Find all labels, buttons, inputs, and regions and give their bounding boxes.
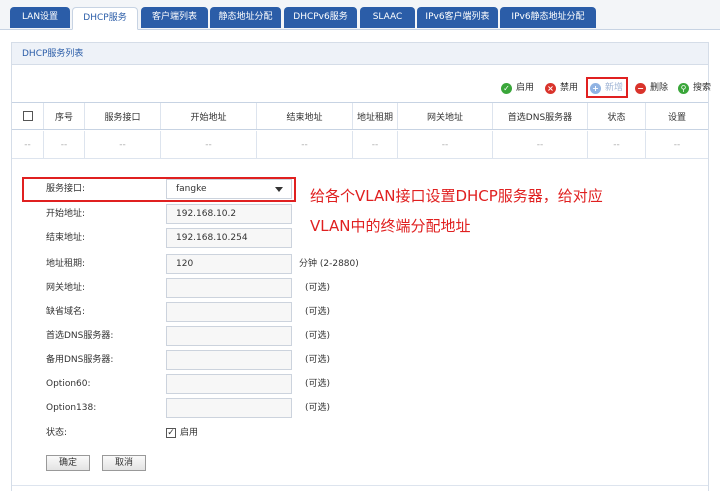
row-cell: -- [161,131,257,158]
gateway-input[interactable] [166,278,292,298]
option138-label: Option138: [46,403,97,413]
optional-hint: (可选) [305,307,331,317]
option138-input[interactable] [166,398,292,418]
lease-input[interactable]: 120 [166,254,292,274]
check-icon: ✓ [501,82,512,94]
start-addr-input[interactable]: 192.168.10.2 [166,204,292,224]
lease-hint: 分钟 (2-2880) [299,259,359,269]
optional-hint: (可选) [305,331,331,341]
col-gateway: 网关地址 [398,103,493,129]
tab-static-assign[interactable]: 静态地址分配 [210,7,281,28]
optional-hint: (可选) [305,403,331,413]
row-cell: -- [12,131,44,158]
disable-button[interactable]: × 禁用 [545,80,578,96]
col-index: 序号 [44,103,85,129]
disable-label: 禁用 [560,83,579,93]
tab-slaac[interactable]: SLAAC [360,7,415,28]
enable-button[interactable]: ✓ 启用 [501,80,534,96]
annotation-line-2: VLAN中的终端分配地址 [310,217,471,235]
dns2-label: 备用DNS服务器: [46,355,114,365]
cancel-button[interactable]: 取消 [102,455,146,471]
col-status: 状态 [588,103,646,129]
row-cell: -- [44,131,85,158]
enable-label: 启用 [516,83,535,93]
row-cell: -- [85,131,161,158]
col-end-addr: 结束地址 [257,103,353,129]
row-cell: -- [673,139,681,150]
row-cell: -- [257,131,353,158]
search-icon: ⚲ [678,82,689,94]
optional-hint: (可选) [305,283,331,293]
start-addr-label: 开始地址: [46,209,86,219]
domain-input[interactable] [166,302,292,322]
status-enable-checkbox[interactable]: ✓ [166,428,176,438]
lease-label: 地址租期: [46,259,86,269]
col-dns1: 首选DNS服务器 [493,103,588,129]
interface-select[interactable]: fangke [166,179,292,199]
search-label: 搜索 [693,83,712,93]
annotation-line-1: 给各个VLAN接口设置DHCP服务器，给对应 [310,187,603,205]
tab-ipv6-client-list[interactable]: IPv6客户端列表 [417,7,498,28]
col-lease: 地址租期 [353,103,398,129]
status-enable-label: 启用 [180,428,199,438]
cross-icon: × [545,82,556,94]
optional-hint: (可选) [305,355,331,365]
add-highlight-box [586,77,628,98]
delete-label: 删除 [650,83,669,93]
table-row: -- -- -- -- -- -- -- -- -- -- [12,131,708,159]
row-cell: -- [398,131,493,158]
domain-label: 缺省域名: [46,307,86,317]
dns1-input[interactable] [166,326,292,346]
select-all-checkbox[interactable] [22,111,33,121]
table-header: 序号 服务接口 开始地址 结束地址 地址租期 网关地址 首选DNS服务器 状态 … [12,102,708,130]
interface-value: fangke [176,184,207,194]
option60-label: Option60: [46,379,91,389]
row-cell: -- [493,131,588,158]
optional-hint: (可选) [305,379,331,389]
minus-icon: − [635,82,646,94]
tab-lan-settings[interactable]: LAN设置 [10,7,70,28]
tab-client-list[interactable]: 客户端列表 [141,7,208,28]
dns2-input[interactable] [166,350,292,370]
search-button[interactable]: ⚲ 搜索 [678,80,711,96]
col-interface: 服务接口 [85,103,161,129]
bottom-divider [12,485,708,486]
tab-dhcpv6-service[interactable]: DHCPv6服务 [284,7,357,28]
col-start-addr: 开始地址 [161,103,257,129]
gateway-label: 网关地址: [46,283,86,293]
end-addr-input[interactable]: 192.168.10.254 [166,228,292,248]
dns1-label: 首选DNS服务器: [46,331,114,341]
end-addr-label: 结束地址: [46,233,86,243]
delete-button[interactable]: − 删除 [635,80,668,96]
option60-input[interactable] [166,374,292,394]
ok-button[interactable]: 确定 [46,455,90,471]
status-label: 状态: [46,428,68,438]
tab-ipv6-static-assign[interactable]: IPv6静态地址分配 [500,7,596,28]
interface-label: 服务接口: [46,184,86,194]
tab-dhcp-service[interactable]: DHCP服务 [72,7,138,30]
chevron-down-icon [275,187,283,192]
row-cell: -- [353,131,398,158]
row-cell: -- [588,131,646,158]
select-all-cell [12,103,44,129]
col-settings: 设置 [667,112,686,123]
section-title: DHCP服务列表 [12,43,708,65]
tab-bar: LAN设置 DHCP服务 客户端列表 静态地址分配 DHCPv6服务 SLAAC… [0,0,720,30]
